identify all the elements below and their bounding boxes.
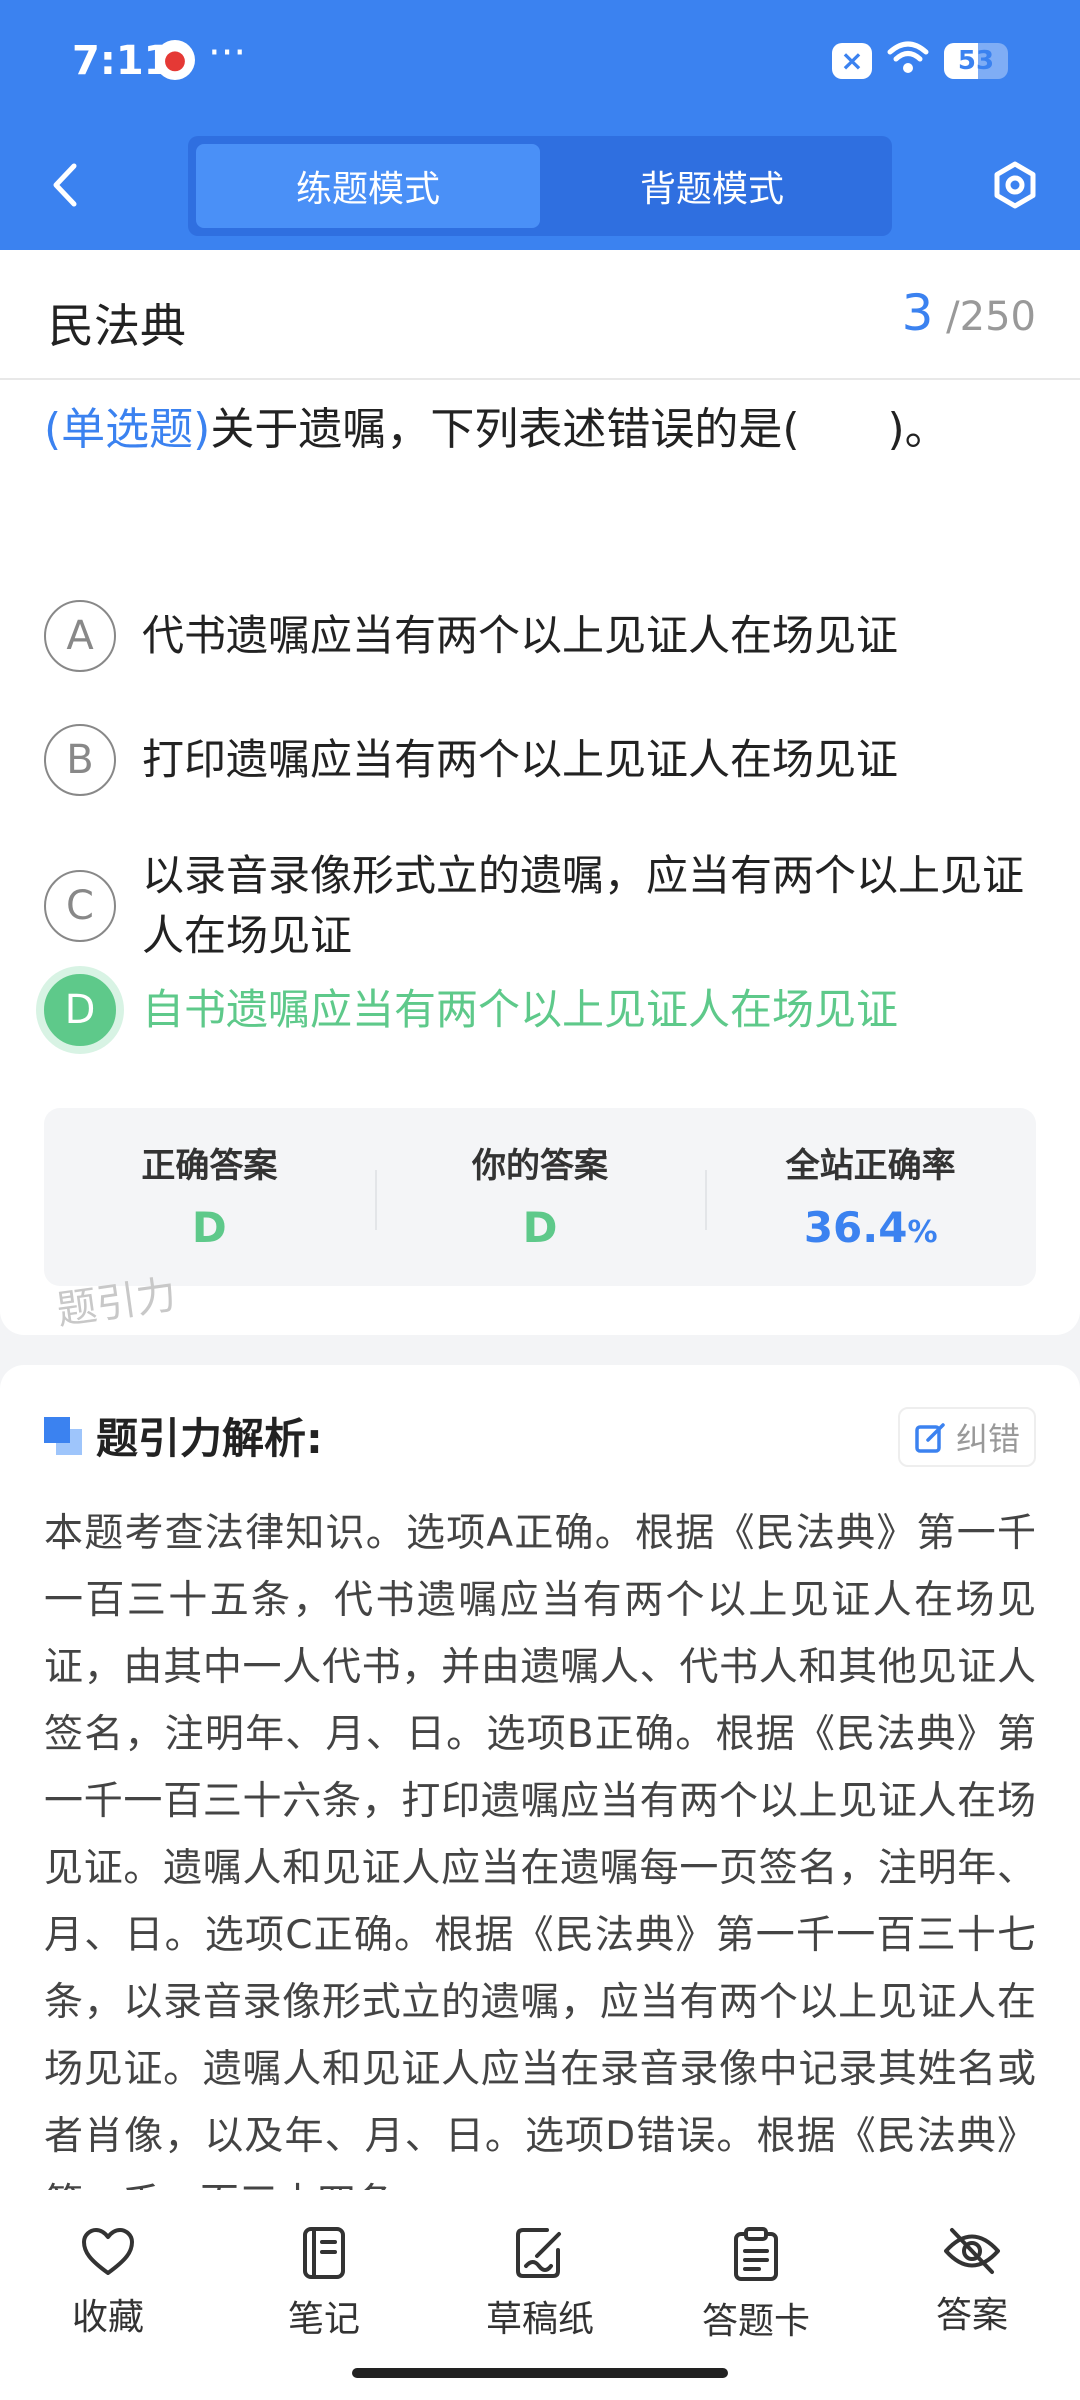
- settings-button[interactable]: [985, 150, 1045, 220]
- status-bar: 7:11 ● ··· × 53: [0, 0, 1080, 130]
- analysis-header: 题引力解析:: [44, 1405, 323, 1466]
- app-header: 7:11 ● ··· × 53 练题模式 背题模式: [0, 0, 1080, 250]
- no-sim-icon: ×: [832, 43, 872, 79]
- option-c[interactable]: C 以录音录像形式立的遗嘱，应当有两个以上见证人在场见证: [44, 846, 1044, 966]
- mode-switch: 练题模式 背题模式: [188, 136, 892, 236]
- scratchpad-button[interactable]: 草稿纸: [432, 2190, 648, 2360]
- notebook-icon: [303, 2227, 345, 2279]
- question-type: (单选题): [44, 404, 211, 455]
- correct-answer-value: D: [191, 1203, 227, 1252]
- site-accuracy-label: 全站正确率: [785, 1146, 956, 1186]
- progress-separator: /: [946, 294, 960, 340]
- notes-label: 笔记: [287, 2299, 360, 2340]
- analysis-section: 题引力解析: 纠错 本题考查法律知识。选项A正确。根据《民法典》第一千一百三十五…: [0, 1365, 1080, 2265]
- analysis-text: 本题考查法律知识。选项A正确。根据《民法典》第一千一百三十五条，代书遗嘱应当有两…: [44, 1511, 1036, 2226]
- report-error-button[interactable]: 纠错: [898, 1407, 1036, 1467]
- notes-button[interactable]: 笔记: [216, 2190, 432, 2360]
- your-answer: 你的答案 D: [374, 1108, 706, 1286]
- wifi-icon: [886, 40, 930, 82]
- answer-summary: 正确答案 D 你的答案 D 全站正确率 36.4%: [44, 1108, 1036, 1286]
- question-text: 关于遗嘱，下列表述错误的是( )。: [210, 404, 949, 455]
- option-text: 以录音录像形式立的遗嘱，应当有两个以上见证人在场见证: [142, 851, 1025, 960]
- eye-off-icon: [944, 2228, 1000, 2274]
- app-notification-icon: ●: [155, 40, 195, 80]
- option-a[interactable]: A 代书遗嘱应当有两个以上见证人在场见证: [44, 600, 1044, 672]
- option-letter: D: [44, 974, 116, 1046]
- battery-icon: 53: [944, 43, 1008, 79]
- edit-icon: [915, 1423, 945, 1453]
- analysis-title: 题引力解析:: [96, 1414, 323, 1463]
- answer-sheet-button[interactable]: 答题卡: [648, 2190, 864, 2360]
- tab-practice-mode[interactable]: 练题模式: [196, 144, 540, 228]
- tab-memorize-mode[interactable]: 背题模式: [540, 144, 884, 228]
- chevron-left-icon: [53, 163, 77, 207]
- back-button[interactable]: [40, 150, 90, 220]
- your-answer-label: 你的答案: [472, 1146, 608, 1186]
- option-letter: B: [44, 724, 116, 796]
- question-stem: (单选题)关于遗嘱，下列表述错误的是( )。: [44, 400, 1044, 460]
- option-letter: A: [44, 600, 116, 672]
- question-card: 民法典 3 /250 (单选题)关于遗嘱，下列表述错误的是( )。 A 代书遗嘱…: [0, 250, 1080, 1335]
- option-letter: C: [44, 870, 116, 942]
- subject-title: 民法典: [48, 299, 186, 353]
- clipboard-icon: [734, 2227, 778, 2281]
- show-answer-button[interactable]: 答案: [864, 2190, 1080, 2360]
- total-count: 250: [959, 294, 1036, 340]
- scratchpad-label: 草稿纸: [485, 2299, 594, 2340]
- draft-icon: [516, 2228, 561, 2278]
- heart-icon: [82, 2228, 134, 2275]
- settings-hexagon-icon: [994, 161, 1036, 209]
- favorite-label: 收藏: [71, 2297, 144, 2338]
- show-answer-label: 答案: [935, 2295, 1008, 2336]
- site-accuracy: 全站正确率 36.4%: [705, 1108, 1036, 1286]
- option-text: 打印遗嘱应当有两个以上见证人在场见证: [142, 735, 899, 784]
- option-b[interactable]: B 打印遗嘱应当有两个以上见证人在场见证: [44, 724, 1044, 796]
- option-text: 自书遗嘱应当有两个以上见证人在场见证: [142, 985, 899, 1034]
- option-d[interactable]: D 自书遗嘱应当有两个以上见证人在场见证: [44, 974, 1044, 1046]
- question-progress: 3 /250: [902, 284, 1036, 342]
- correct-answer: 正确答案 D: [44, 1108, 375, 1286]
- option-text: 代书遗嘱应当有两个以上见证人在场见证: [142, 611, 899, 660]
- analysis-logo-icon: [44, 1416, 82, 1455]
- answer-sheet-label: 答题卡: [701, 2301, 810, 2342]
- home-indicator[interactable]: [352, 2368, 728, 2378]
- your-answer-value: D: [522, 1203, 558, 1252]
- bottom-toolbar: 收藏 笔记 草稿纸 答题卡 答案: [0, 2190, 1080, 2400]
- report-error-label: 纠错: [955, 1420, 1020, 1458]
- favorite-button[interactable]: 收藏: [0, 2190, 216, 2360]
- more-notifications-icon: ···: [208, 30, 247, 76]
- subject-row: 民法典 3 /250: [0, 250, 1080, 380]
- current-index: 3: [901, 284, 934, 342]
- site-accuracy-value: 36.4%: [803, 1203, 938, 1252]
- correct-answer-label: 正确答案: [141, 1146, 278, 1186]
